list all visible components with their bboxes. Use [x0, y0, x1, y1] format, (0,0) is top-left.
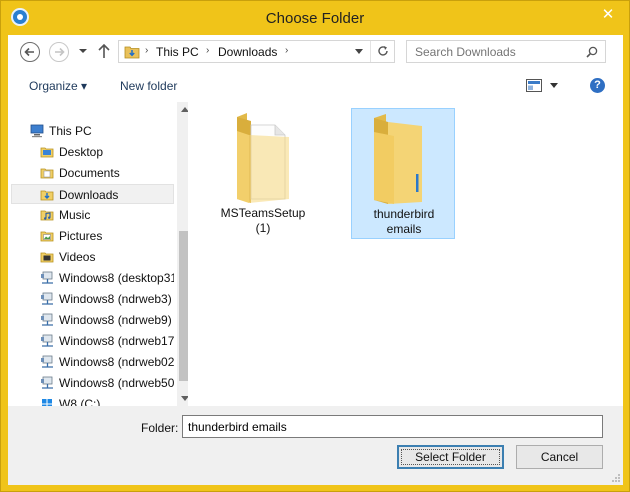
- nav-pane-scrollbar[interactable]: [177, 102, 188, 406]
- nav-item-network-drive[interactable]: Windows8 (ndrweb17: [11, 331, 174, 351]
- dialog-window: Choose Folder ✕ › This PC › Downloads › …: [0, 0, 630, 492]
- nav-item-network-drive[interactable]: Windows8 (ndrweb9): [11, 310, 174, 330]
- cancel-button[interactable]: Cancel: [516, 445, 603, 469]
- nav-item-network-drive[interactable]: Windows8 (ndrweb3): [11, 289, 174, 309]
- refresh-icon: [378, 46, 388, 56]
- help-icon[interactable]: ?: [590, 78, 605, 93]
- close-button[interactable]: ✕: [594, 5, 622, 24]
- nav-item-network-drive[interactable]: Windows8 (desktop31: [11, 268, 174, 288]
- search-input[interactable]: [415, 45, 575, 59]
- resize-grip-icon[interactable]: [611, 473, 621, 483]
- nav-item-label: Music: [59, 208, 91, 222]
- file-item-label: MSTeamsSetup (1): [211, 206, 315, 236]
- network-drive-icon: [41, 313, 53, 326]
- network-drive-icon: [41, 376, 53, 389]
- forward-button[interactable]: [49, 42, 69, 62]
- file-label-line: (1): [255, 221, 271, 235]
- forward-arrow-icon: [55, 47, 65, 57]
- breadcrumb-this-pc[interactable]: This PC: [156, 45, 199, 59]
- title-bar[interactable]: Choose Folder ✕: [1, 1, 629, 35]
- file-item-label: thunderbird emails: [352, 207, 456, 237]
- nav-item-label: W8 (C:): [59, 397, 101, 406]
- window-title: Choose Folder: [265, 10, 365, 27]
- network-drive-icon: [41, 334, 53, 347]
- search-box[interactable]: [406, 40, 606, 63]
- nav-item-videos[interactable]: Videos: [11, 247, 174, 267]
- nav-item-label: Documents: [59, 166, 120, 180]
- scroll-down-arrow-icon[interactable]: [181, 396, 188, 401]
- nav-item-this-pc[interactable]: This PC: [11, 121, 174, 141]
- network-drive-icon: [41, 355, 53, 368]
- folder-icon: [374, 114, 422, 204]
- nav-item-label: Videos: [59, 250, 96, 264]
- command-toolbar: Organize ▾ New folder ?: [8, 71, 623, 100]
- downloads-folder-icon: [40, 190, 54, 201]
- nav-item-network-drive[interactable]: Windows8 (ndrweb02: [11, 352, 174, 372]
- nav-item-label: Windows8 (desktop31: [59, 271, 174, 285]
- network-drive-icon: [41, 271, 53, 284]
- search-icon[interactable]: [586, 46, 598, 58]
- organize-button[interactable]: Organize ▾: [29, 79, 87, 93]
- file-list-pane[interactable]: MSTeamsSetup (1) thunderbird emails: [191, 102, 623, 406]
- change-view-icon[interactable]: [526, 79, 542, 92]
- nav-item-label: Downloads: [59, 188, 119, 202]
- nav-item-documents[interactable]: Documents: [11, 163, 174, 183]
- nav-item-label: Desktop: [59, 145, 104, 159]
- recent-locations-chevron-icon[interactable]: [78, 45, 88, 57]
- nav-item-label: Windows8 (ndrweb9): [59, 313, 172, 327]
- refresh-button[interactable]: [370, 41, 394, 62]
- nav-item-network-drive[interactable]: Windows8 (ndrweb50: [11, 373, 174, 393]
- file-item-msteamssetup[interactable]: MSTeamsSetup (1): [211, 108, 315, 239]
- folder-name-input[interactable]: [182, 415, 603, 438]
- breadcrumb-separator[interactable]: ›: [206, 45, 209, 56]
- back-button[interactable]: [20, 42, 40, 62]
- file-item-thunderbird-emails[interactable]: thunderbird emails: [351, 108, 455, 239]
- view-options-chevron-icon[interactable]: [550, 83, 558, 88]
- navigation-pane[interactable]: This PC Desktop Documents Downloads Musi…: [11, 102, 188, 406]
- nav-item-label: Windows8 (ndrweb50: [59, 376, 174, 390]
- file-label-line: emails: [386, 222, 422, 236]
- windows-drive-icon: [42, 399, 52, 406]
- up-arrow-icon[interactable]: [97, 43, 111, 59]
- nav-item-music[interactable]: Music: [11, 205, 174, 225]
- nav-item-pictures[interactable]: Pictures: [11, 226, 174, 246]
- address-bar[interactable]: › This PC › Downloads ›: [118, 40, 395, 63]
- videos-folder-icon: [40, 252, 54, 263]
- nav-item-label: Pictures: [59, 229, 103, 243]
- nav-item-desktop[interactable]: Desktop: [11, 142, 174, 162]
- address-history-chevron-icon[interactable]: [355, 49, 363, 55]
- file-label-line: MSTeamsSetup: [220, 206, 306, 220]
- breadcrumb-separator[interactable]: ›: [145, 45, 148, 56]
- nav-item-label: This PC: [49, 124, 92, 138]
- documents-folder-icon: [40, 168, 54, 179]
- nav-pane-scroll-thumb[interactable]: [179, 231, 188, 381]
- nav-item-label: Windows8 (ndrweb17: [59, 334, 174, 348]
- breadcrumb-downloads[interactable]: Downloads: [218, 45, 277, 59]
- nav-item-downloads[interactable]: Downloads: [11, 184, 174, 204]
- back-arrow-icon: [24, 47, 34, 57]
- scroll-up-arrow-icon[interactable]: [181, 107, 188, 112]
- downloads-folder-icon: [124, 46, 140, 59]
- nav-item-label: Windows8 (ndrweb02: [59, 355, 174, 369]
- new-folder-button[interactable]: New folder: [120, 79, 177, 93]
- select-folder-button[interactable]: Select Folder: [397, 445, 504, 469]
- folder-field-label: Folder:: [141, 421, 179, 435]
- music-folder-icon: [40, 210, 54, 221]
- folder-icon: [40, 147, 54, 158]
- pictures-folder-icon: [40, 231, 54, 242]
- nav-item-windows-drive[interactable]: W8 (C:): [11, 394, 174, 406]
- computer-icon: [30, 124, 44, 138]
- file-label-line: thunderbird: [373, 207, 435, 221]
- network-drive-icon: [41, 292, 53, 305]
- breadcrumb-separator[interactable]: ›: [285, 45, 288, 56]
- folder-with-document-icon: [237, 113, 289, 203]
- dialog-client-area: › This PC › Downloads › Org: [8, 35, 623, 485]
- nav-item-label: Windows8 (ndrweb3): [59, 292, 172, 306]
- dialog-footer: Folder: Select Folder Cancel: [8, 406, 623, 485]
